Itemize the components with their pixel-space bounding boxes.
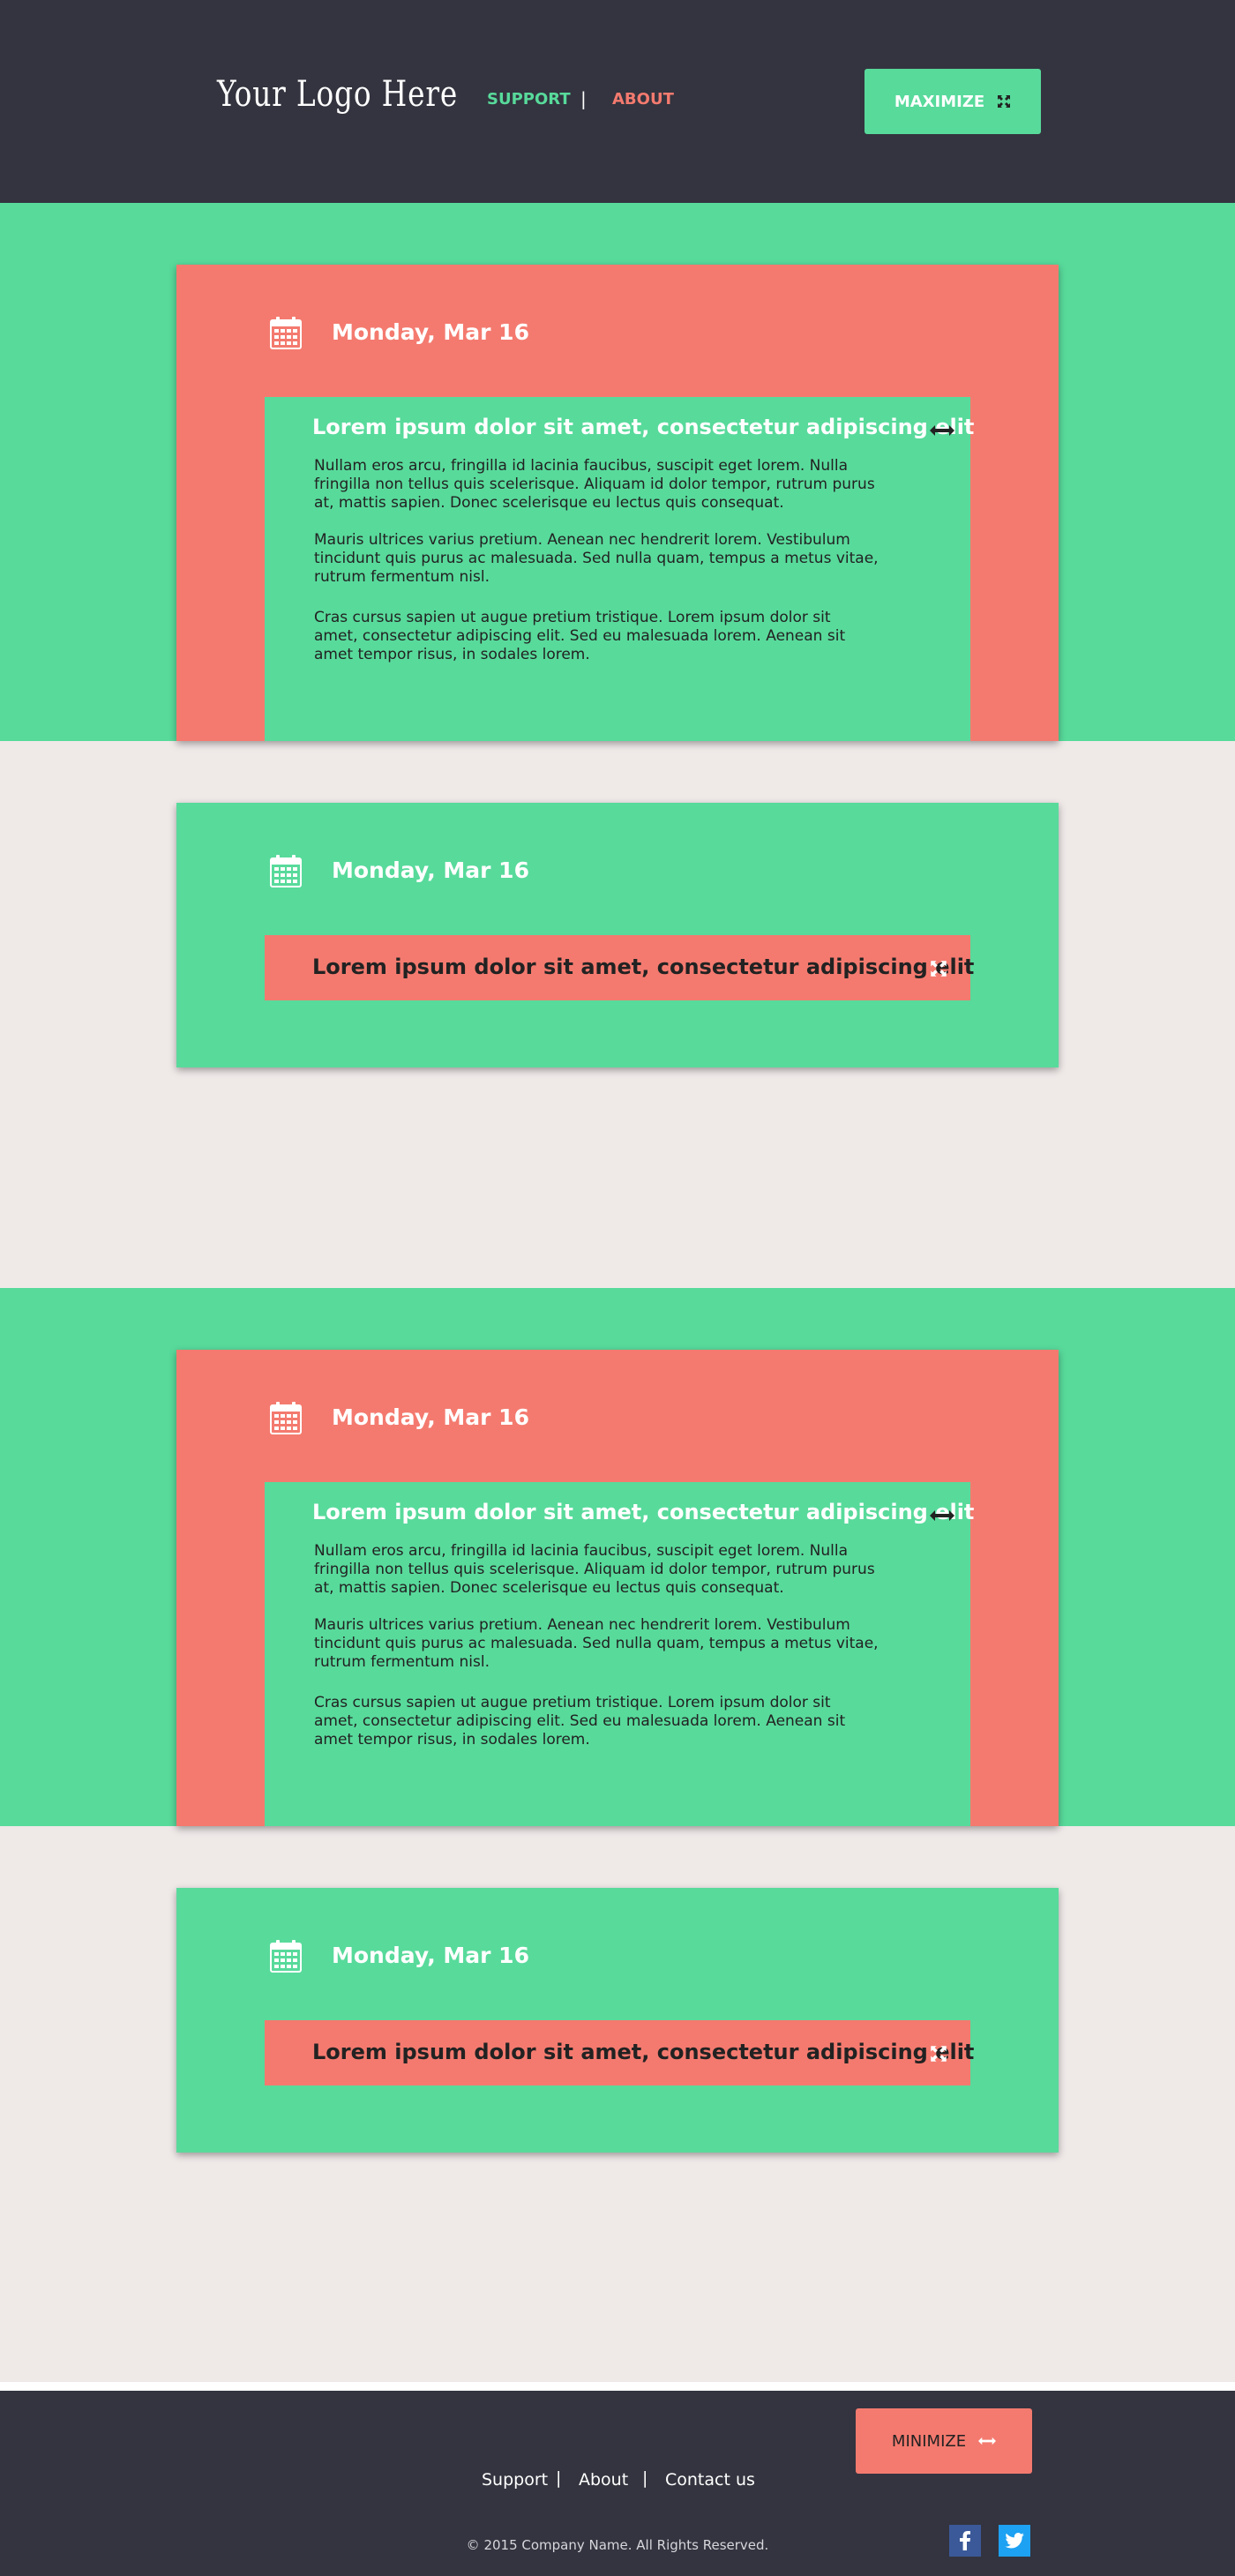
event-paragraph: Mauris ultrices varius pretium. Aenean n…: [314, 531, 879, 586]
nav-separator: |: [580, 88, 587, 109]
collapse-icon[interactable]: [930, 423, 954, 438]
event-detail-panel: Lorem ipsum dolor sit amet, consectetur …: [265, 397, 974, 741]
expand-icon[interactable]: [930, 960, 947, 977]
calendar-icon: [270, 1940, 302, 1973]
maximize-button[interactable]: MAXIMIZE: [864, 69, 1041, 134]
card-date: Monday, Mar 16: [332, 1404, 529, 1430]
event-card: Monday, Mar 16 Lorem ipsum dolor sit ame…: [176, 803, 1059, 1067]
event-detail-panel: Lorem ipsum dolor sit amet, consectetur …: [265, 1482, 974, 1826]
event-summary-bar[interactable]: Lorem ipsum dolor sit amet, consectetur …: [265, 935, 974, 1000]
event-paragraph: Nullam eros arcu, fringilla id lacinia f…: [314, 1542, 875, 1597]
footer-link-contact[interactable]: Contact us: [665, 2470, 755, 2490]
event-card: Monday, Mar 16 Lorem ipsum dolor sit ame…: [176, 1350, 1059, 1826]
nav-support-link[interactable]: SUPPORT: [487, 90, 571, 109]
facebook-icon[interactable]: [949, 2525, 981, 2557]
event-paragraph: Cras cursus sapien ut augue pretium tris…: [314, 1694, 846, 1749]
minimize-label: MINIMIZE: [891, 2431, 967, 2451]
footer-link-support[interactable]: Support: [482, 2470, 548, 2490]
event-paragraph: Mauris ultrices varius pretium. Aenean n…: [314, 1616, 879, 1671]
calendar-icon: [270, 855, 302, 887]
card-date: Monday, Mar 16: [332, 1943, 529, 1968]
copyright-text: © 2015 Company Name. All Rights Reserved…: [466, 2537, 769, 2553]
footer-link-about[interactable]: About: [579, 2470, 628, 2490]
event-title: Lorem ipsum dolor sit amet, consectetur …: [312, 1500, 975, 1524]
event-paragraph: Cras cursus sapien ut augue pretium tris…: [314, 609, 846, 663]
event-title: Lorem ipsum dolor sit amet, consectetur …: [312, 2040, 975, 2064]
event-paragraph: Nullam eros arcu, fringilla id lacinia f…: [314, 457, 875, 512]
card-date: Monday, Mar 16: [332, 319, 529, 345]
maximize-icon: [998, 95, 1011, 108]
maximize-label: MAXIMIZE: [894, 92, 985, 111]
twitter-icon[interactable]: [999, 2525, 1030, 2557]
minimize-icon: [978, 2437, 997, 2445]
card-date: Monday, Mar 16: [332, 857, 529, 883]
footer-separator: |: [642, 2468, 648, 2488]
calendar-icon: [270, 317, 302, 349]
event-summary-bar[interactable]: Lorem ipsum dolor sit amet, consectetur …: [265, 2020, 974, 2086]
nav-about-link[interactable]: ABOUT: [612, 90, 674, 109]
logo[interactable]: Your Logo Here: [217, 74, 458, 115]
expand-icon[interactable]: [930, 2045, 947, 2063]
collapse-icon[interactable]: [930, 1509, 954, 1523]
footer-separator: |: [556, 2468, 562, 2488]
calendar-icon: [270, 1402, 302, 1434]
site-header: Your Logo Here SUPPORT | ABOUT MAXIMIZE: [0, 0, 1235, 203]
event-card: Monday, Mar 16 Lorem ipsum dolor sit ame…: [176, 265, 1059, 741]
event-title: Lorem ipsum dolor sit amet, consectetur …: [312, 415, 975, 439]
event-card: Monday, Mar 16 Lorem ipsum dolor sit ame…: [176, 1888, 1059, 2153]
event-title: Lorem ipsum dolor sit amet, consectetur …: [312, 955, 975, 979]
minimize-button[interactable]: MINIMIZE: [856, 2408, 1032, 2474]
